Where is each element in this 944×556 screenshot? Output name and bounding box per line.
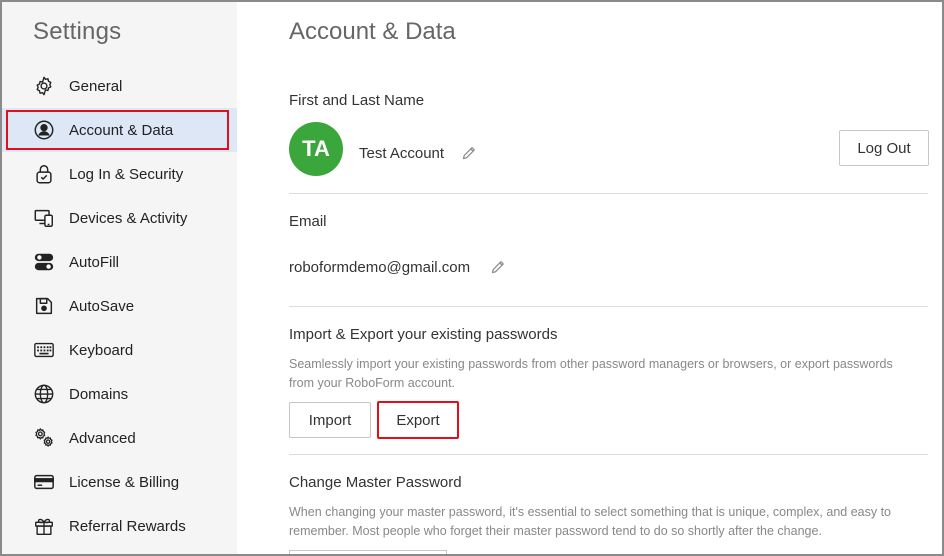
sidebar-item-devices-activity[interactable]: Devices & Activity <box>2 196 237 240</box>
sidebar-item-label: Account & Data <box>69 121 174 139</box>
keyboard-icon <box>32 338 56 362</box>
account-name: Test Account <box>359 145 445 162</box>
settings-window: Settings General Account & Data Log In &… <box>0 0 944 556</box>
page-title: Account & Data <box>289 18 456 45</box>
sidebar-item-autofill[interactable]: AutoFill <box>2 240 237 284</box>
divider <box>289 306 928 307</box>
gift-icon <box>32 514 56 538</box>
change-master-password-button[interactable] <box>289 550 447 554</box>
sidebar-item-label: AutoSave <box>69 297 135 315</box>
email-section-label: Email <box>289 213 327 230</box>
sidebar-item-general[interactable]: General <box>2 64 237 108</box>
avatar: TA <box>289 122 343 176</box>
sidebar-item-keyboard[interactable]: Keyboard <box>2 328 237 372</box>
name-section-label: First and Last Name <box>289 92 425 109</box>
sidebar-item-label: Advanced <box>69 429 136 447</box>
sidebar-item-login-security[interactable]: Log In & Security <box>2 152 237 196</box>
sidebar-item-label: AutoFill <box>69 253 120 271</box>
avatar-initials: TA <box>302 136 330 161</box>
sidebar-item-label: Referral Rewards <box>69 517 186 535</box>
sidebar-nav: General Account & Data Log In & Security… <box>2 64 237 548</box>
sidebar-item-account-data[interactable]: Account & Data <box>2 108 237 152</box>
sidebar-item-label: General <box>69 77 123 95</box>
sidebar-item-license-billing[interactable]: License & Billing <box>2 460 237 504</box>
main-content: Account & Data First and Last Name TA Te… <box>237 2 942 554</box>
globe-icon <box>32 382 56 406</box>
edit-name-pencil-icon[interactable] <box>461 145 477 161</box>
edit-email-pencil-icon[interactable] <box>490 259 506 275</box>
divider <box>289 454 928 455</box>
gear-icon <box>32 74 56 98</box>
devices-icon <box>32 206 56 230</box>
export-button[interactable]: Export <box>377 401 459 439</box>
sidebar-item-label: Devices & Activity <box>69 209 188 227</box>
sidebar-item-domains[interactable]: Domains <box>2 372 237 416</box>
sidebar-title: Settings <box>33 18 122 45</box>
toggles-icon <box>32 250 56 274</box>
import-export-description: Seamlessly import your existing password… <box>289 357 893 390</box>
sidebar-item-autosave[interactable]: AutoSave <box>2 284 237 328</box>
import-button[interactable]: Import <box>289 402 371 438</box>
sidebar-item-label: License & Billing <box>69 473 180 491</box>
account-email: roboformdemo@gmail.com <box>289 259 471 276</box>
master-password-section-label: Change Master Password <box>289 474 462 491</box>
divider <box>289 193 928 194</box>
sidebar-item-label: Domains <box>69 385 129 403</box>
credit-card-icon <box>32 470 56 494</box>
lock-check-icon <box>32 162 56 186</box>
sidebar-item-label: Keyboard <box>69 341 134 359</box>
import-export-section-label: Import & Export your existing passwords <box>289 326 558 343</box>
floppy-disk-icon <box>32 294 56 318</box>
master-password-description: When changing your master password, it's… <box>289 505 892 538</box>
user-circle-icon <box>32 118 56 142</box>
sidebar-item-label: Log In & Security <box>69 165 184 183</box>
log-out-button[interactable]: Log Out <box>839 130 929 166</box>
gears-icon <box>32 426 56 450</box>
sidebar-item-advanced[interactable]: Advanced <box>2 416 237 460</box>
sidebar: Settings General Account & Data Log In &… <box>2 2 237 554</box>
sidebar-item-referral-rewards[interactable]: Referral Rewards <box>2 504 237 548</box>
